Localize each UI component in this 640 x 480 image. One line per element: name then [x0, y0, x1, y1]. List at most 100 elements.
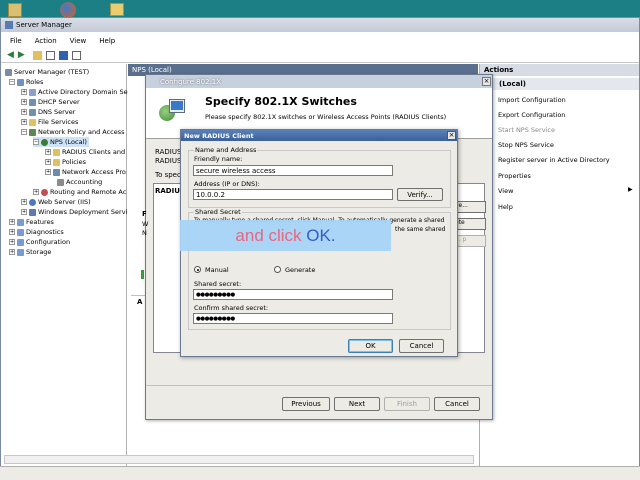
- tree-nap[interactable]: + Network Access Pro: [45, 167, 126, 177]
- collapse-icon[interactable]: −: [21, 129, 27, 135]
- wizard-subheading: Please specify 802.1X switches or Wirele…: [205, 113, 447, 121]
- tree-roles[interactable]: − Roles: [9, 77, 43, 87]
- wizard-next-button[interactable]: Next: [334, 397, 380, 411]
- action-help[interactable]: Help: [498, 203, 513, 211]
- expand-icon[interactable]: +: [45, 149, 51, 155]
- tutorial-callout: and click OK.: [180, 220, 391, 251]
- callout-text-part2: OK.: [306, 225, 336, 245]
- tree-file-services[interactable]: + File Services: [21, 117, 78, 127]
- expand-icon[interactable]: +: [45, 159, 51, 165]
- tree-policies[interactable]: + Policies: [45, 157, 86, 167]
- toolbar: ◀ ▶: [1, 48, 639, 63]
- shared-secret-label: Shared secret:: [194, 280, 242, 288]
- tree-server-manager[interactable]: Server Manager (TEST): [5, 67, 89, 77]
- expand-icon[interactable]: +: [33, 189, 39, 195]
- up-folder-icon[interactable]: [32, 50, 42, 60]
- horizontal-scrollbar[interactable]: [4, 455, 474, 464]
- dns-icon: [29, 108, 36, 116]
- wds-icon: [29, 208, 36, 216]
- action-stop-nps-service[interactable]: Stop NPS Service: [498, 141, 554, 149]
- friendly-name-input[interactable]: secure wireless access: [193, 165, 393, 176]
- action-view[interactable]: View: [498, 187, 513, 195]
- menu-view[interactable]: View: [70, 37, 87, 45]
- tree-features[interactable]: + Features: [9, 217, 54, 227]
- routing-icon: [41, 188, 48, 196]
- tree-radius-clients[interactable]: + RADIUS Clients and: [45, 147, 125, 157]
- forward-arrow-icon[interactable]: ▶: [18, 50, 25, 60]
- tree-npa[interactable]: − Network Policy and Access: [21, 127, 125, 137]
- wizard-title-bar: Configure 802.1X: [146, 75, 492, 88]
- wizard-radius-label-2: RADIUS: [155, 157, 182, 165]
- wizard-finish-button[interactable]: Finish: [384, 397, 430, 411]
- collapse-icon[interactable]: −: [9, 79, 15, 85]
- manual-radio-label[interactable]: Manual: [205, 266, 229, 274]
- expand-icon[interactable]: +: [21, 99, 27, 105]
- shared-secret-input[interactable]: ●●●●●●●●●: [193, 289, 393, 300]
- accounting-icon: [57, 178, 64, 186]
- expand-icon[interactable]: +: [21, 209, 27, 215]
- menu-help[interactable]: Help: [99, 37, 115, 45]
- title-bar: Server Manager: [1, 18, 639, 32]
- expand-icon[interactable]: +: [45, 169, 51, 175]
- expand-icon[interactable]: +: [9, 249, 15, 255]
- dialog-close-button[interactable]: ×: [447, 131, 456, 140]
- tree-iis[interactable]: + Web Server (IIS): [21, 197, 91, 207]
- wizard-close-button[interactable]: ×: [482, 77, 491, 86]
- firefox-icon[interactable]: [60, 2, 76, 18]
- tree-storage[interactable]: + Storage: [9, 247, 51, 257]
- center-divider: [131, 295, 146, 296]
- actions-pane: [479, 64, 639, 468]
- action-register-server[interactable]: Register server in Active Directory: [498, 156, 610, 164]
- generate-radio-label[interactable]: Generate: [285, 266, 315, 274]
- collapse-icon[interactable]: −: [33, 139, 39, 145]
- tree-dhcp[interactable]: + DHCP Server: [21, 97, 80, 107]
- action-properties[interactable]: Properties: [498, 172, 531, 180]
- tree-ad-domain[interactable]: + Active Directory Domain Se: [21, 87, 128, 97]
- network-computer-icon: [159, 99, 187, 123]
- wizard-previous-button[interactable]: Previous: [282, 397, 330, 411]
- dialog-cancel-button[interactable]: Cancel: [399, 339, 444, 353]
- verify-button[interactable]: Verify...: [397, 188, 443, 201]
- properties-icon[interactable]: [71, 50, 81, 60]
- action-export-configuration[interactable]: Export Configuration: [498, 111, 565, 119]
- expand-icon[interactable]: +: [21, 199, 27, 205]
- view-submenu-arrow-icon: ▶: [628, 186, 633, 193]
- menu-file[interactable]: File: [10, 37, 22, 45]
- tree-configuration[interactable]: + Configuration: [9, 237, 70, 247]
- back-arrow-icon[interactable]: ◀: [7, 50, 14, 60]
- tree-dns[interactable]: + DNS Server: [21, 107, 75, 117]
- expand-icon[interactable]: +: [21, 119, 27, 125]
- expand-icon[interactable]: +: [21, 109, 27, 115]
- menu-bar: File Action View Help: [1, 35, 639, 47]
- tree-routing[interactable]: + Routing and Remote Ac: [33, 187, 126, 197]
- expand-icon[interactable]: +: [9, 229, 15, 235]
- address-input[interactable]: 10.0.0.2: [193, 189, 393, 200]
- ad-icon: [29, 88, 36, 96]
- expand-icon[interactable]: +: [21, 89, 27, 95]
- tree-nps-local[interactable]: − NPS (Local): [33, 137, 89, 147]
- manual-radio[interactable]: [194, 266, 201, 273]
- expand-icon[interactable]: +: [9, 239, 15, 245]
- action-import-configuration[interactable]: Import Configuration: [498, 96, 566, 104]
- show-hide-tree-icon[interactable]: [45, 50, 55, 60]
- generate-radio[interactable]: [274, 266, 281, 273]
- desktop-icon-1[interactable]: [8, 3, 22, 17]
- actions-header: Actions: [480, 64, 639, 76]
- wizard-fragment-f: F: [142, 210, 147, 218]
- confirm-secret-input[interactable]: ●●●●●●●●●: [193, 313, 393, 324]
- help-icon[interactable]: [58, 50, 68, 60]
- roles-icon: [17, 78, 24, 86]
- folder-icon[interactable]: [110, 3, 124, 16]
- dialog-title-bar: New RADIUS Client: [181, 130, 457, 141]
- tree-diagnostics[interactable]: + Diagnostics: [9, 227, 64, 237]
- tree-wds[interactable]: + Windows Deployment Servi: [21, 207, 127, 217]
- wizard-cancel-button[interactable]: Cancel: [434, 397, 480, 411]
- action-start-nps-service[interactable]: Start NPS Service: [498, 126, 555, 134]
- expand-icon[interactable]: +: [9, 219, 15, 225]
- tree-accounting[interactable]: Accounting: [57, 177, 102, 187]
- network-policy-icon: [29, 128, 36, 136]
- ok-button[interactable]: OK: [348, 339, 393, 353]
- center-fragment-a: A: [137, 298, 143, 306]
- dhcp-icon: [29, 98, 36, 106]
- menu-action[interactable]: Action: [35, 37, 57, 45]
